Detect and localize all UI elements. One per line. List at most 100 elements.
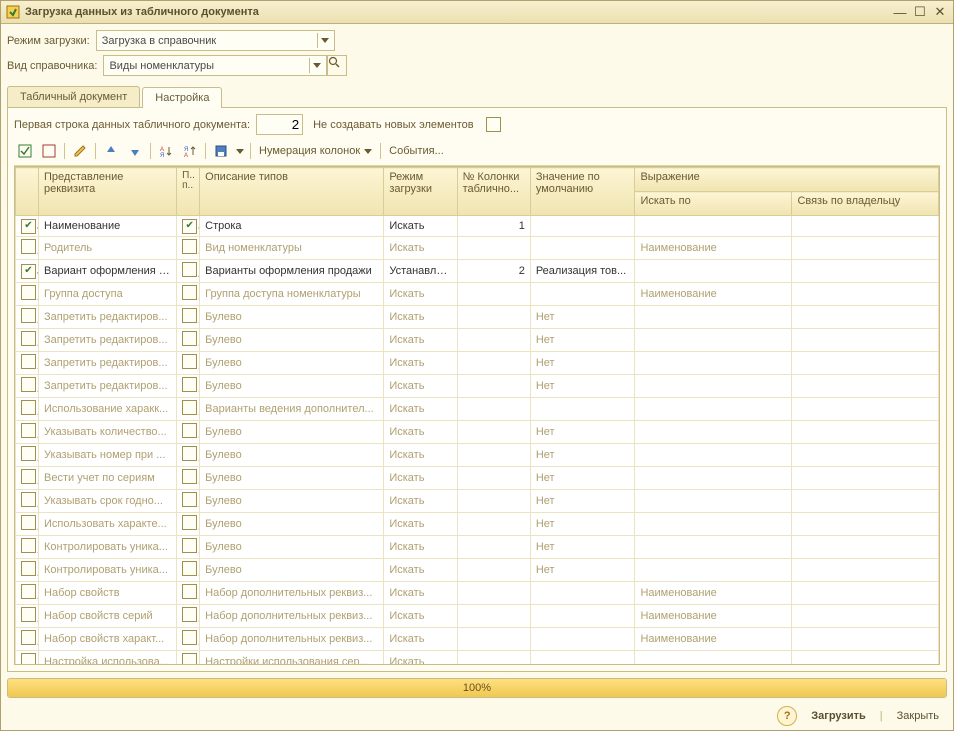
first-row-input[interactable]	[256, 114, 303, 135]
search-ref-button[interactable]	[327, 55, 347, 76]
sort-asc-button[interactable]: АЯ	[155, 141, 177, 161]
events-button[interactable]: События...	[385, 145, 448, 157]
row-checkbox[interactable]	[21, 446, 36, 461]
row-checkbox[interactable]	[21, 584, 36, 599]
table-row[interactable]: Запретить редактиров...БулевоИскатьНет	[16, 375, 939, 398]
col-attr[interactable]: Представление реквизита	[39, 168, 177, 216]
table-row[interactable]: Контролировать уника...БулевоИскатьНет	[16, 559, 939, 582]
save-settings-button[interactable]	[210, 141, 232, 161]
row-search-checkbox[interactable]	[182, 492, 197, 507]
row-checkbox[interactable]	[21, 469, 36, 484]
row-checkbox[interactable]	[21, 239, 36, 254]
check-all-button[interactable]	[14, 141, 36, 161]
row-search-checkbox[interactable]	[182, 219, 197, 234]
col-default[interactable]: Значение по умолчанию	[530, 168, 635, 216]
maximize-button[interactable]: ☐	[911, 4, 929, 20]
row-checkbox[interactable]	[21, 308, 36, 323]
row-checkbox[interactable]	[21, 538, 36, 553]
col-check2[interactable]: П.. п..	[177, 168, 200, 216]
table-row[interactable]: Настройка использова...Настройки использ…	[16, 651, 939, 666]
row-checkbox[interactable]	[21, 354, 36, 369]
row-search-checkbox[interactable]	[182, 653, 197, 665]
col-owner[interactable]: Связь по владельцу	[792, 192, 939, 216]
row-checkbox[interactable]	[21, 285, 36, 300]
cell-default	[530, 398, 635, 421]
save-dropdown-button[interactable]	[234, 141, 246, 161]
tab-tabular-document[interactable]: Табличный документ	[7, 86, 140, 107]
move-up-button[interactable]	[100, 141, 122, 161]
cell-owner	[792, 329, 939, 352]
table-row[interactable]: Указывать номер при ...БулевоИскатьНет	[16, 444, 939, 467]
col-type[interactable]: Описание типов	[200, 168, 384, 216]
row-search-checkbox[interactable]	[182, 538, 197, 553]
move-down-button[interactable]	[124, 141, 146, 161]
row-checkbox[interactable]	[21, 515, 36, 530]
row-search-checkbox[interactable]	[182, 630, 197, 645]
no-create-checkbox[interactable]	[486, 117, 501, 132]
col-mode[interactable]: Режим загрузки	[384, 168, 457, 216]
load-button[interactable]: Загрузить	[803, 707, 874, 725]
table-row[interactable]: Запретить редактиров...БулевоИскатьНет	[16, 306, 939, 329]
row-search-checkbox[interactable]	[182, 239, 197, 254]
row-search-checkbox[interactable]	[182, 262, 197, 277]
cell-colno	[457, 513, 530, 536]
column-numbering-dropdown[interactable]: Нумерация колонок	[255, 145, 376, 157]
ref-kind-dropdown[interactable]: Виды номенклатуры	[103, 55, 327, 76]
table-row[interactable]: Группа доступаГруппа доступа номенклатур…	[16, 283, 939, 306]
row-search-checkbox[interactable]	[182, 515, 197, 530]
table-row[interactable]: Запретить редактиров...БулевоИскатьНет	[16, 352, 939, 375]
table-row[interactable]: Набор свойствНабор дополнительных реквиз…	[16, 582, 939, 605]
row-checkbox[interactable]	[21, 423, 36, 438]
row-search-checkbox[interactable]	[182, 469, 197, 484]
close-footer-button[interactable]: Закрыть	[889, 707, 947, 725]
tab-settings[interactable]: Настройка	[142, 87, 222, 108]
table-row[interactable]: РодительВид номенклатурыИскатьНаименован…	[16, 237, 939, 260]
row-checkbox[interactable]	[21, 630, 36, 645]
row-search-checkbox[interactable]	[182, 584, 197, 599]
row-checkbox[interactable]	[21, 400, 36, 415]
chevron-down-icon[interactable]	[309, 58, 324, 73]
minimize-button[interactable]: —	[891, 4, 909, 20]
row-checkbox[interactable]	[21, 492, 36, 507]
row-checkbox[interactable]	[21, 653, 36, 665]
col-colno[interactable]: № Колонки таблично...	[457, 168, 530, 216]
row-search-checkbox[interactable]	[182, 308, 197, 323]
row-search-checkbox[interactable]	[182, 285, 197, 300]
close-button[interactable]: ✕	[931, 4, 949, 20]
table-row[interactable]: Запретить редактиров...БулевоИскатьНет	[16, 329, 939, 352]
row-search-checkbox[interactable]	[182, 423, 197, 438]
load-mode-dropdown[interactable]: Загрузка в справочник	[96, 30, 335, 51]
row-search-checkbox[interactable]	[182, 331, 197, 346]
settings-grid[interactable]: Представление реквизита П.. п.. Описание…	[14, 166, 940, 665]
table-row[interactable]: Указывать срок годно...БулевоИскатьНет	[16, 490, 939, 513]
row-checkbox[interactable]	[21, 219, 36, 234]
row-search-checkbox[interactable]	[182, 607, 197, 622]
row-search-checkbox[interactable]	[182, 377, 197, 392]
row-checkbox[interactable]	[21, 607, 36, 622]
table-row[interactable]: НаименованиеСтрокаИскать1	[16, 216, 939, 237]
chevron-down-icon[interactable]	[317, 33, 332, 48]
edit-button[interactable]	[69, 141, 91, 161]
table-row[interactable]: Набор свойств серийНабор дополнительных …	[16, 605, 939, 628]
row-checkbox[interactable]	[21, 377, 36, 392]
row-search-checkbox[interactable]	[182, 446, 197, 461]
row-search-checkbox[interactable]	[182, 400, 197, 415]
table-row[interactable]: Набор свойств характ...Набор дополнитель…	[16, 628, 939, 651]
table-row[interactable]: Использовать характе...БулевоИскатьНет	[16, 513, 939, 536]
col-search[interactable]: Искать по	[635, 192, 792, 216]
table-row[interactable]: Контролировать уника...БулевоИскатьНет	[16, 536, 939, 559]
row-checkbox[interactable]	[21, 331, 36, 346]
table-row[interactable]: Вариант оформления п...Варианты оформлен…	[16, 260, 939, 283]
table-row[interactable]: Использование харакк...Варианты ведения …	[16, 398, 939, 421]
help-button[interactable]: ?	[777, 706, 797, 726]
col-check1[interactable]	[16, 168, 39, 216]
uncheck-all-button[interactable]	[38, 141, 60, 161]
table-row[interactable]: Указывать количество...БулевоИскатьНет	[16, 421, 939, 444]
table-row[interactable]: Вести учет по сериямБулевоИскатьНет	[16, 467, 939, 490]
row-checkbox[interactable]	[21, 561, 36, 576]
col-expr[interactable]: Выражение	[635, 168, 939, 192]
row-search-checkbox[interactable]	[182, 354, 197, 369]
row-checkbox[interactable]	[21, 264, 36, 279]
row-search-checkbox[interactable]	[182, 561, 197, 576]
sort-desc-button[interactable]: ЯА	[179, 141, 201, 161]
